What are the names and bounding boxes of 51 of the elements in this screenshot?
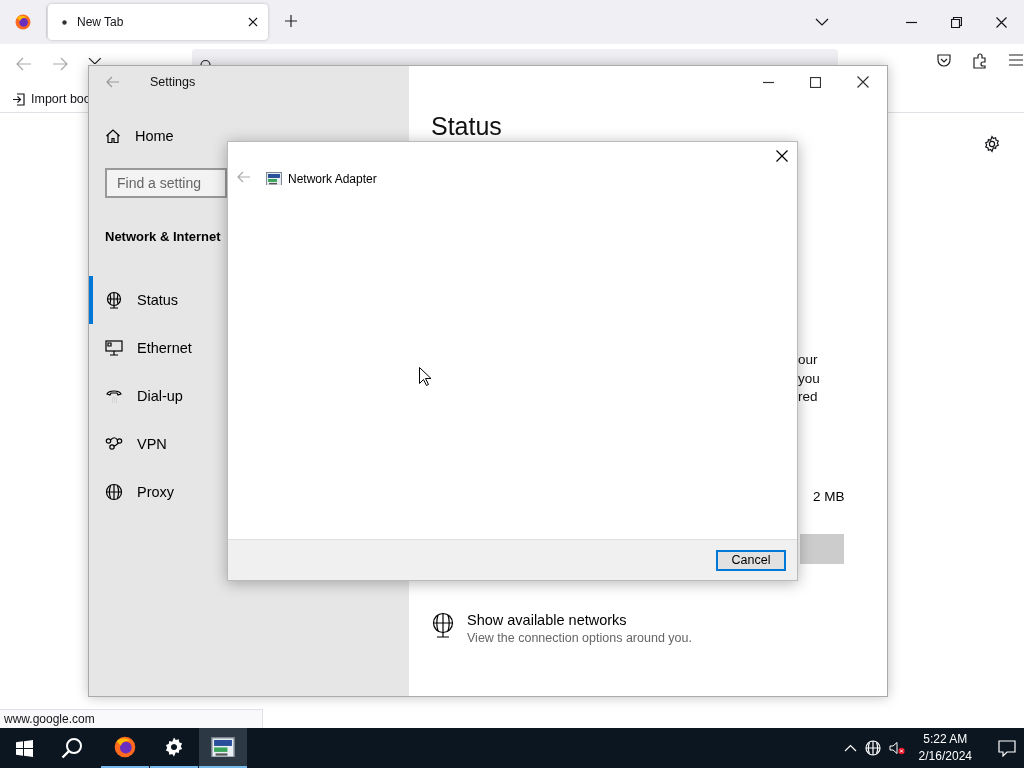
network-link[interactable]: Show available networks View the connection options around you. [431,611,887,645]
section-heading: Network & Internet [105,229,222,244]
menu-icon[interactable] [1008,53,1024,67]
start-icon[interactable] [15,739,33,757]
globe-icon[interactable] [864,740,881,756]
cursor-icon [419,367,431,386]
page-title: Status [431,112,502,141]
globe-monitor-icon [105,291,123,309]
fox-logo-icon [114,736,136,758]
description-text: red [798,388,819,406]
settings-icon[interactable] [983,135,1001,153]
network-adapter-icon [266,171,282,186]
nav-item[interactable]: VPN [89,420,228,468]
close-icon[interactable] [776,150,788,162]
settings-icon [164,737,184,757]
home-icon [105,128,121,144]
taskbar-app[interactable] [199,728,247,768]
plus-icon[interactable] [284,13,298,28]
fox-logo-icon[interactable] [15,14,31,30]
import-icon [12,92,25,106]
clock[interactable]: 5:22 AM 2/16/2024 [918,731,972,765]
globe-monitor-icon [431,611,455,638]
nav-item[interactable]: Dial-up [89,372,228,420]
cancel-button[interactable]: Cancel [716,549,786,571]
description-text: you [798,369,821,388]
description-text: our [798,351,819,369]
close-icon[interactable] [248,17,258,27]
chevron-down-icon[interactable] [815,18,829,26]
nav-item[interactable]: Proxy [89,468,228,516]
notification-icon[interactable] [998,739,1016,757]
dot-icon [62,19,67,25]
data-usage: 2 MB [813,488,846,504]
restore-icon[interactable] [951,16,962,28]
browser-tab[interactable]: New Tab [48,4,268,40]
dialog-title: Network Adapter [288,171,377,186]
muted-speaker-icon[interactable] [888,741,905,755]
window-title: Settings [150,75,196,89]
chevron-up-icon[interactable] [843,744,857,752]
monitor-icon [105,339,123,357]
search-field[interactable]: Find a setting [105,168,227,198]
home-link[interactable]: Home [105,128,409,144]
globe-icon [105,483,123,501]
close-icon[interactable] [857,76,869,88]
maximize-icon[interactable] [810,76,821,88]
network-adapter-icon [211,736,235,758]
button-background [800,533,844,564]
nav-item[interactable]: Ethernet [89,324,228,372]
nodes-icon [105,435,123,453]
puzzle-icon[interactable] [972,53,988,69]
close-icon[interactable] [996,16,1007,28]
pocket-icon[interactable] [936,53,952,69]
